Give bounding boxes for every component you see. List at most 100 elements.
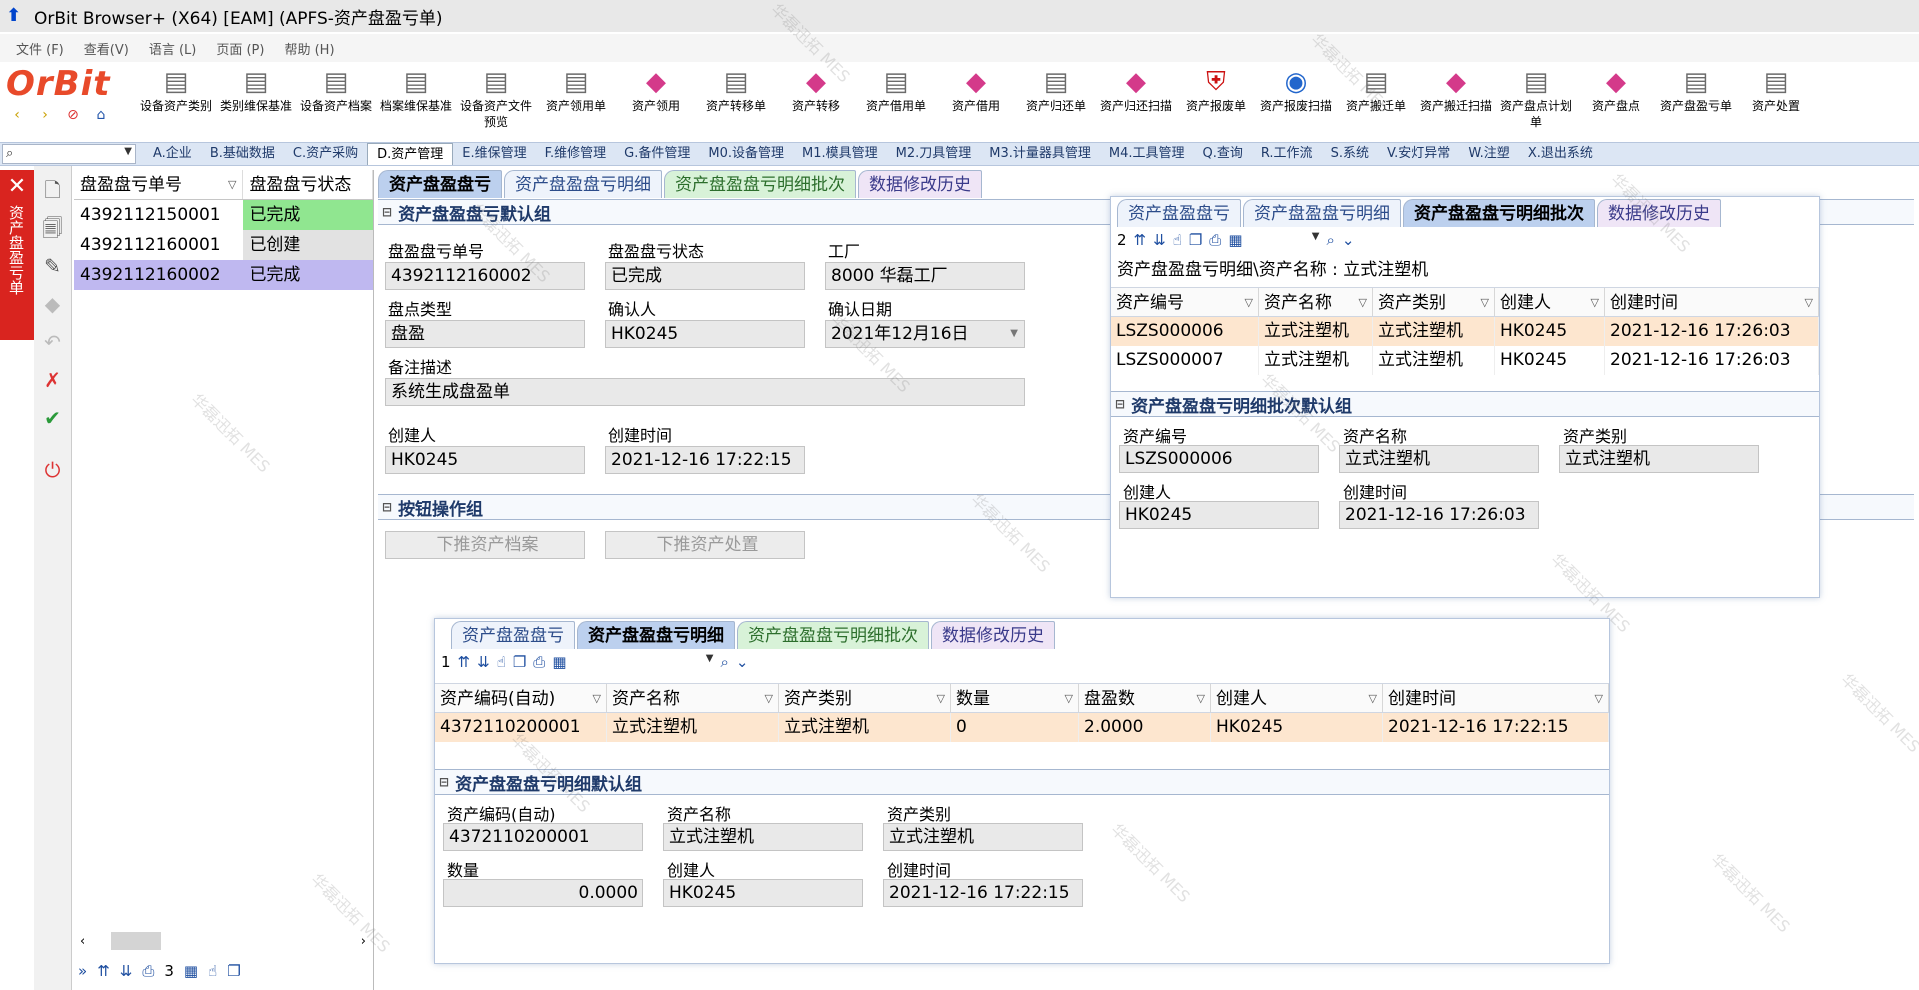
batch-group-header[interactable]: ⊟ 资产盘盈盘亏明细批次默认组 xyxy=(1111,391,1819,417)
nav-tab[interactable]: W.注塑 xyxy=(1459,143,1519,165)
quantity-field[interactable]: 0.0000 xyxy=(443,879,643,907)
toolbar-button[interactable]: ▤ 资产领用单 xyxy=(536,66,616,114)
toolbar-button[interactable]: ▤ 资产搬迁单 xyxy=(1336,66,1416,114)
close-icon[interactable]: ✕ xyxy=(0,174,34,199)
first-page-icon[interactable]: ⇈ xyxy=(1134,231,1147,249)
scroll-thumb[interactable] xyxy=(111,932,162,950)
created-field[interactable]: 2021-12-16 17:22:15 xyxy=(883,879,1083,907)
home-icon[interactable]: ⌂ xyxy=(92,106,110,124)
menu-page[interactable]: 页面 (P) xyxy=(216,39,264,58)
column-header[interactable]: 资产编号 ▽ xyxy=(1111,288,1259,316)
tab-asset-check-detail[interactable]: 资产盘盈盘亏明细 xyxy=(577,621,735,649)
search-icon[interactable]: ⌕ xyxy=(721,653,729,671)
last-page-icon[interactable]: ⇊ xyxy=(120,962,133,980)
asset-code-field[interactable]: 4372110200001 xyxy=(443,823,643,851)
collapse-icon[interactable]: ⊟ xyxy=(382,500,392,514)
undo-icon[interactable]: ↶ xyxy=(39,328,67,356)
tab-asset-check-batch[interactable]: 资产盘盈盘亏明细批次 xyxy=(1403,199,1595,227)
column-header[interactable]: 盘盈数 ▽ xyxy=(1079,684,1211,712)
nav-tab[interactable]: M3.计量器具管理 xyxy=(980,143,1100,165)
filter-icon[interactable]: ▽ xyxy=(1197,684,1205,714)
collapse-icon[interactable]: ⊟ xyxy=(382,205,392,219)
export-icon[interactable]: ⎙ xyxy=(533,653,545,671)
stop-icon[interactable]: ⊘ xyxy=(64,106,82,124)
last-page-icon[interactable]: ⇊ xyxy=(477,653,490,671)
created-field[interactable]: 2021-12-16 17:26:03 xyxy=(1339,501,1539,529)
created-field[interactable]: 2021-12-16 17:22:15 xyxy=(605,446,805,474)
nav-tab[interactable]: M1.模具管理 xyxy=(793,143,887,165)
chevron-down-icon[interactable]: ▼ xyxy=(1010,321,1018,347)
expand-icon[interactable]: ⌄ xyxy=(736,653,749,671)
first-page-icon[interactable]: ⇈ xyxy=(458,653,471,671)
nav-tab[interactable]: M4.工具管理 xyxy=(1100,143,1194,165)
toolbar-button[interactable]: ▤ 设备资产类别 xyxy=(136,66,216,114)
toolbar-button[interactable]: ▤ 设备资产档案 xyxy=(296,66,376,114)
asset-code-field[interactable]: LSZS000006 xyxy=(1119,445,1319,473)
toolbar-button[interactable]: ◆ 资产搬迁扫描 xyxy=(1416,66,1496,114)
hand-icon[interactable]: ☝ xyxy=(208,962,217,980)
grid-icon[interactable]: ▦ xyxy=(1228,231,1242,249)
column-header[interactable]: 资产名称 ▽ xyxy=(607,684,779,712)
toolbar-button[interactable]: ▤ 档案维保基准 xyxy=(376,66,456,114)
menu-view[interactable]: 查看(V) xyxy=(84,39,129,58)
confirm-date-picker[interactable]: 2021年12月16日 ▼ xyxy=(825,320,1025,348)
collapse-icon[interactable]: ⊟ xyxy=(439,775,449,789)
col-header-order-no[interactable]: 盘盈盘亏单号 ▽ xyxy=(74,170,244,200)
menu-help[interactable]: 帮助 (H) xyxy=(284,39,334,58)
search-icon[interactable]: ⌕ xyxy=(1327,231,1335,249)
filter-icon[interactable]: ▽ xyxy=(593,684,601,714)
toolbar-button[interactable]: ▤ 资产处置 xyxy=(1736,66,1816,114)
exit-icon[interactable]: ⏻ xyxy=(39,456,67,484)
scroll-left-icon[interactable]: ‹ xyxy=(80,934,85,949)
toolbar-button[interactable]: ▤ 类别维保基准 xyxy=(216,66,296,114)
hand-icon[interactable]: ☝ xyxy=(1173,231,1182,249)
creator-field[interactable]: HK0245 xyxy=(663,879,863,907)
filter-icon[interactable]: ▽ xyxy=(228,170,236,200)
asset-name-field[interactable]: 立式注塑机 xyxy=(1339,445,1539,473)
creator-field[interactable]: HK0245 xyxy=(1119,501,1319,529)
toolbar-button[interactable]: ▤ 设备资产文件预览 xyxy=(456,66,536,130)
table-row[interactable]: LSZS000006 立式注塑机 立式注塑机 HK0245 2021-12-16 17:… xyxy=(1111,317,1819,346)
order-no-field[interactable]: 4392112160002 xyxy=(385,262,585,290)
view-dropdown[interactable]: ▼ xyxy=(574,653,714,671)
asset-name-field[interactable]: 立式注塑机 xyxy=(663,823,863,851)
collapse-icon[interactable]: ⊟ xyxy=(1115,397,1125,411)
filter-icon[interactable]: ▽ xyxy=(1595,684,1603,714)
column-header[interactable]: 创建时间 ▽ xyxy=(1383,684,1609,712)
module-search-box[interactable]: ⌕ ▼ xyxy=(2,144,136,164)
tab-asset-check-detail[interactable]: 资产盘盈盘亏明细 xyxy=(504,170,662,198)
column-header[interactable]: 创建人 ▽ xyxy=(1495,288,1605,316)
asset-category-field[interactable]: 立式注塑机 xyxy=(1559,445,1759,473)
toolbar-button[interactable]: ◆ 资产归还扫描 xyxy=(1096,66,1176,114)
filter-icon[interactable]: ▽ xyxy=(1805,288,1813,318)
first-page-icon[interactable]: ⇈ xyxy=(97,962,110,980)
export-icon[interactable]: ⎙ xyxy=(1209,231,1221,249)
toolbar-button[interactable]: ⛨ 资产报废单 xyxy=(1176,66,1256,114)
tab-change-history[interactable]: 数据修改历史 xyxy=(931,621,1055,649)
confirmer-field[interactable]: HK0245 xyxy=(605,320,805,348)
toolbar-button[interactable]: ▤ 资产盘点计划单 xyxy=(1496,66,1576,130)
detail-group-header[interactable]: ⊟ 资产盘盈盘亏明细默认组 xyxy=(435,769,1609,795)
table-row[interactable]: 4372110200001 立式注塑机 立式注塑机 0 2.0000 HK0245 2021… xyxy=(435,713,1609,742)
toolbar-button[interactable]: ▤ 资产借用单 xyxy=(856,66,936,114)
new-doc-icon[interactable]: 🗋 xyxy=(39,176,67,204)
edit-icon[interactable]: ✎ xyxy=(39,252,67,280)
back-arrow-icon[interactable]: ‹ xyxy=(8,106,26,124)
asset-category-field[interactable]: 立式注塑机 xyxy=(883,823,1083,851)
tab-asset-check-detail[interactable]: 资产盘盈盘亏明细 xyxy=(1243,199,1401,227)
check-type-field[interactable]: 盘盈 xyxy=(385,320,585,348)
toolbar-button[interactable]: ▤ 资产盘盈亏单 xyxy=(1656,66,1736,114)
nav-tab[interactable]: M2.刀具管理 xyxy=(887,143,981,165)
delete-icon[interactable]: ✗ xyxy=(39,366,67,394)
grid-icon[interactable]: ▦ xyxy=(184,962,198,980)
column-header[interactable]: 创建时间 ▽ xyxy=(1605,288,1819,316)
toolbar-button[interactable]: ◆ 资产借用 xyxy=(936,66,1016,114)
last-page-icon[interactable]: ⇊ xyxy=(1153,231,1166,249)
scroll-right-icon[interactable]: › xyxy=(361,934,366,949)
nav-tab[interactable]: Q.查询 xyxy=(1193,143,1251,165)
status-field[interactable]: 已完成 xyxy=(605,262,805,290)
filter-icon[interactable]: ▽ xyxy=(1359,288,1367,318)
creator-field[interactable]: HK0245 xyxy=(385,446,585,474)
export-icon[interactable]: ⎙ xyxy=(142,962,154,980)
filter-icon[interactable]: ▽ xyxy=(1591,288,1599,318)
